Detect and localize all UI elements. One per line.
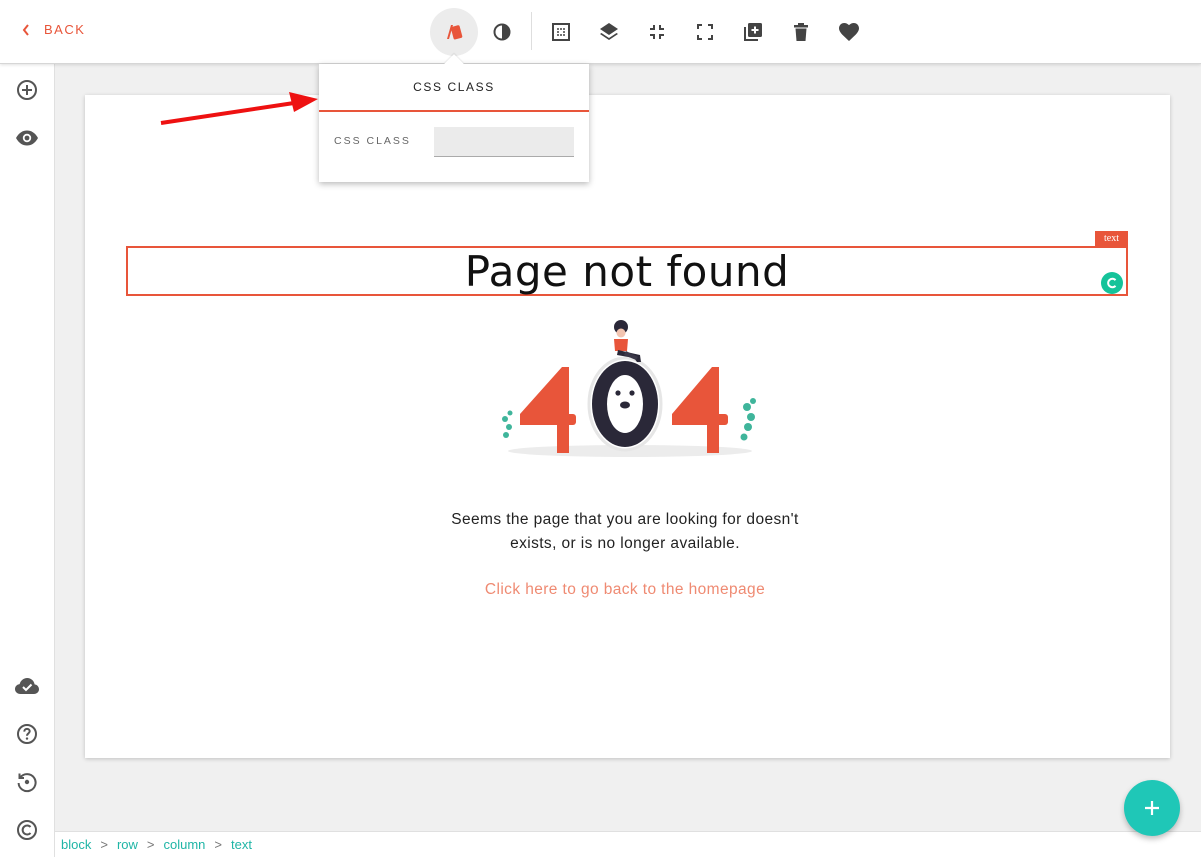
breadcrumb-separator: >	[100, 837, 108, 852]
left-sidebar	[0, 64, 55, 857]
fullscreen-icon	[697, 24, 713, 40]
css-class-field-label: CSS CLASS	[334, 135, 411, 147]
css-class-icon	[447, 25, 463, 40]
collapse-icon	[650, 25, 664, 39]
breadcrumb-text[interactable]: text	[231, 837, 252, 852]
breadcrumb-row[interactable]: row	[117, 837, 138, 852]
cloud-saved-icon	[15, 678, 39, 694]
preview-button[interactable]	[14, 125, 40, 151]
top-toolbar: BACK	[0, 0, 1201, 64]
sitting-person	[614, 320, 641, 362]
undo-button[interactable]	[14, 769, 40, 795]
undo-icon	[17, 773, 37, 793]
css-class-input[interactable]	[434, 127, 574, 157]
toolbar-divider	[531, 12, 532, 50]
annotation-arrow	[160, 92, 318, 125]
canvas-page: Page not found text 404 Seems the page t…	[85, 95, 1170, 758]
grammarly-icon[interactable]	[1101, 272, 1123, 294]
breadcrumb-separator: >	[146, 837, 155, 852]
add-element-button[interactable]	[14, 77, 40, 103]
help-button[interactable]	[14, 721, 40, 747]
breadcrumb-column[interactable]: column	[164, 837, 206, 852]
favorite-heart-icon	[839, 23, 859, 41]
duplicate-icon	[744, 23, 762, 41]
cloud-save-button[interactable]	[14, 673, 40, 699]
add-circle-icon	[17, 80, 37, 100]
element-type-tag: text	[1095, 231, 1128, 247]
collapse-button[interactable]	[633, 8, 681, 56]
spacing-button[interactable]	[537, 8, 585, 56]
help-icon	[17, 724, 37, 744]
add-fab-button[interactable]	[1124, 780, 1180, 836]
color-contrast-icon	[493, 23, 511, 41]
spacing-grid-icon	[552, 23, 570, 41]
back-label: BACK	[44, 22, 86, 37]
layers-icon	[600, 23, 618, 40]
homepage-link[interactable]: Click here to go back to the homepage	[385, 581, 865, 599]
css-class-popover: CSS CLASS CSS CLASS	[319, 64, 589, 182]
delete-button[interactable]	[777, 8, 825, 56]
chevron-left-icon	[22, 23, 29, 36]
duplicate-button[interactable]	[729, 8, 777, 56]
plus-icon	[1145, 801, 1159, 815]
page-heading[interactable]: Page not found	[465, 247, 790, 296]
css-class-button[interactable]	[430, 8, 478, 56]
redo-icon	[17, 820, 37, 840]
back-button[interactable]: BACK	[22, 22, 85, 37]
preview-eye-icon	[16, 130, 38, 146]
message-line-2: exists, or is no longer available.	[510, 535, 740, 552]
color-button[interactable]	[478, 8, 526, 56]
digit-four-right	[672, 367, 728, 453]
illustration-label: 404	[630, 461, 632, 463]
breadcrumb-separator: >	[214, 837, 223, 852]
favorite-button[interactable]	[825, 8, 873, 56]
popover-tab-css-class[interactable]: CSS CLASS	[319, 64, 589, 112]
404-illustration: 404	[502, 320, 756, 463]
digit-four-left	[520, 367, 576, 453]
fullscreen-button[interactable]	[681, 8, 729, 56]
delete-icon	[794, 23, 808, 41]
message-line-1: Seems the page that you are looking for …	[451, 511, 799, 528]
redo-button[interactable]	[14, 817, 40, 843]
selected-text-block[interactable]: Page not found text	[126, 231, 1128, 296]
breadcrumb-block[interactable]: block	[61, 837, 91, 852]
not-found-message: Seems the page that you are looking for …	[385, 508, 865, 556]
breadcrumb: block > row > column > text	[55, 831, 1201, 857]
layers-button[interactable]	[585, 8, 633, 56]
